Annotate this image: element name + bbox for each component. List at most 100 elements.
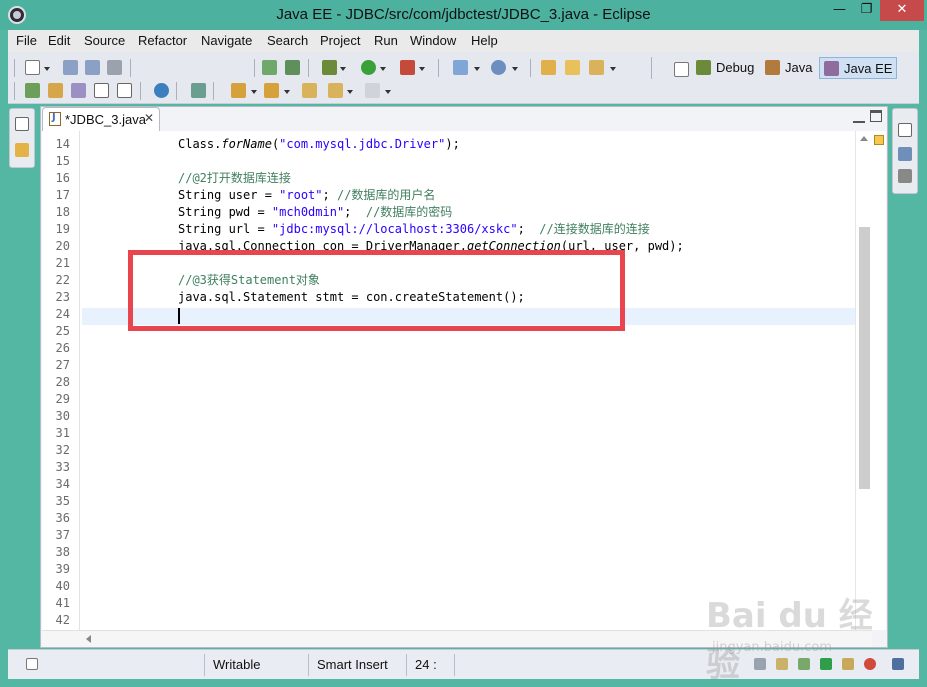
perspective-java-ee-label: Java EE [844, 61, 893, 76]
close-icon[interactable]: ✕ [144, 111, 154, 125]
last-edit-location-icon[interactable] [302, 83, 317, 98]
perspective-java-ee[interactable]: Java EE [819, 57, 898, 79]
vertical-scroll-thumb[interactable] [859, 227, 870, 489]
run-icon[interactable] [361, 60, 376, 75]
run-dropdown-icon[interactable] [380, 67, 386, 71]
fast-view-icon[interactable] [26, 658, 38, 670]
menu-run[interactable]: Run [374, 33, 398, 48]
java-file-icon [49, 112, 61, 126]
code-editor[interactable]: 14 15 16 17 18 19 20 21 22 23 24 25 26 2… [42, 131, 872, 630]
window-title: Java EE - JDBC/src/com/jdbctest/JDBC_3.j… [276, 6, 651, 23]
close-button[interactable]: ✕ [880, 0, 924, 21]
back-icon[interactable] [328, 83, 343, 98]
line-number: 27 [55, 358, 70, 372]
debug-icon[interactable] [322, 60, 337, 75]
status-insert-mode[interactable]: Smart Insert [317, 657, 388, 672]
perspective-java[interactable]: Java [761, 57, 816, 79]
scroll-left-icon[interactable] [86, 635, 91, 643]
toolbar-separator [213, 82, 214, 100]
scroll-up-icon[interactable] [860, 136, 868, 141]
new-server-dropdown-icon[interactable] [474, 67, 480, 71]
toolbar-separator [14, 59, 15, 77]
server-icon[interactable] [285, 60, 300, 75]
minimize-button[interactable]: — [826, 0, 853, 21]
watermark-url: jingyan.baidu.com [712, 640, 832, 655]
line-number: 19 [55, 222, 70, 236]
line-number: 37 [55, 528, 70, 542]
line-number: 21 [55, 256, 70, 270]
toolbar-separator [308, 59, 309, 77]
toggle-mark-icon[interactable] [25, 83, 40, 98]
menu-navigate[interactable]: Navigate [201, 33, 252, 48]
menu-edit[interactable]: Edit [48, 33, 70, 48]
minimize-icon[interactable] [853, 111, 865, 123]
show-whitespace-icon[interactable] [117, 83, 132, 98]
external-tools-icon[interactable] [400, 60, 415, 75]
new-class-dropdown-icon[interactable] [512, 67, 518, 71]
block-selection-icon[interactable] [94, 83, 109, 98]
open-perspective-icon[interactable] [674, 62, 689, 77]
task-list-icon[interactable] [898, 169, 912, 183]
next-annotation-icon[interactable] [231, 83, 246, 98]
save-icon[interactable] [63, 60, 78, 75]
menu-project[interactable]: Project [320, 33, 360, 48]
toolbar-separator [140, 82, 141, 100]
tab-jdbc-3-java[interactable]: *JDBC_3.java ✕ [42, 107, 160, 131]
menu-bar: File Edit Source Refactor Navigate Searc… [8, 30, 919, 52]
previous-annotation-dropdown-icon[interactable] [284, 90, 290, 94]
web-browser-icon[interactable] [154, 83, 169, 98]
menu-search[interactable]: Search [267, 33, 308, 48]
menu-refactor[interactable]: Refactor [138, 33, 187, 48]
menu-help[interactable]: Help [471, 33, 498, 48]
line-number: 24 [55, 307, 70, 321]
open-type-icon[interactable] [541, 60, 556, 75]
menu-window[interactable]: Window [410, 33, 456, 48]
status-separator [454, 654, 455, 676]
search-tool-icon[interactable] [589, 60, 604, 75]
deploy-icon[interactable] [262, 60, 277, 75]
open-folder-icon[interactable] [565, 60, 580, 75]
menu-file[interactable]: File [16, 33, 37, 48]
save-all-icon[interactable] [85, 60, 100, 75]
toggle-breadcrumb-icon[interactable] [71, 83, 86, 98]
project-explorer-icon[interactable] [15, 143, 29, 157]
warning-icon[interactable] [874, 135, 884, 145]
next-annotation-dropdown-icon[interactable] [251, 90, 257, 94]
debug-dropdown-icon[interactable] [340, 67, 346, 71]
new-server-icon[interactable] [453, 60, 468, 75]
vertical-scrollbar[interactable] [855, 131, 872, 630]
restore-icon[interactable] [15, 117, 29, 131]
right-trim-stack [892, 108, 918, 194]
menu-source[interactable]: Source [84, 33, 125, 48]
external-tools-dropdown-icon[interactable] [419, 67, 425, 71]
search-dropdown-icon[interactable] [610, 67, 616, 71]
toolbar-separator [14, 82, 15, 100]
forward-icon[interactable] [365, 83, 380, 98]
toolbar-separator [254, 59, 255, 77]
outline-icon[interactable] [898, 147, 912, 161]
new-dropdown-icon[interactable] [44, 67, 50, 71]
annotation-highlight-box [128, 250, 625, 331]
line-number: 42 [55, 613, 70, 627]
back-dropdown-icon[interactable] [347, 90, 353, 94]
maximize-icon[interactable] [870, 110, 882, 122]
new-file-icon[interactable] [25, 60, 40, 75]
status-separator [204, 654, 205, 676]
forward-dropdown-icon[interactable] [385, 90, 391, 94]
new-class-icon[interactable] [491, 60, 506, 75]
toolbar-separator [176, 82, 177, 100]
maximize-button[interactable]: ❐ [853, 0, 880, 21]
previous-annotation-icon[interactable] [264, 83, 279, 98]
highlight-icon[interactable] [48, 83, 63, 98]
print-icon[interactable] [107, 60, 122, 75]
line-number: 41 [55, 596, 70, 610]
restore-icon[interactable] [898, 123, 912, 137]
overview-ruler[interactable] [872, 131, 886, 630]
open-task-icon[interactable] [191, 83, 206, 98]
line-number: 14 [55, 137, 70, 151]
line-number: 35 [55, 494, 70, 508]
left-trim-stack [9, 108, 35, 168]
status-separator [308, 654, 309, 676]
title-bar: Java EE - JDBC/src/com/jdbctest/JDBC_3.j… [0, 0, 927, 30]
perspective-debug[interactable]: Debug [692, 57, 758, 79]
